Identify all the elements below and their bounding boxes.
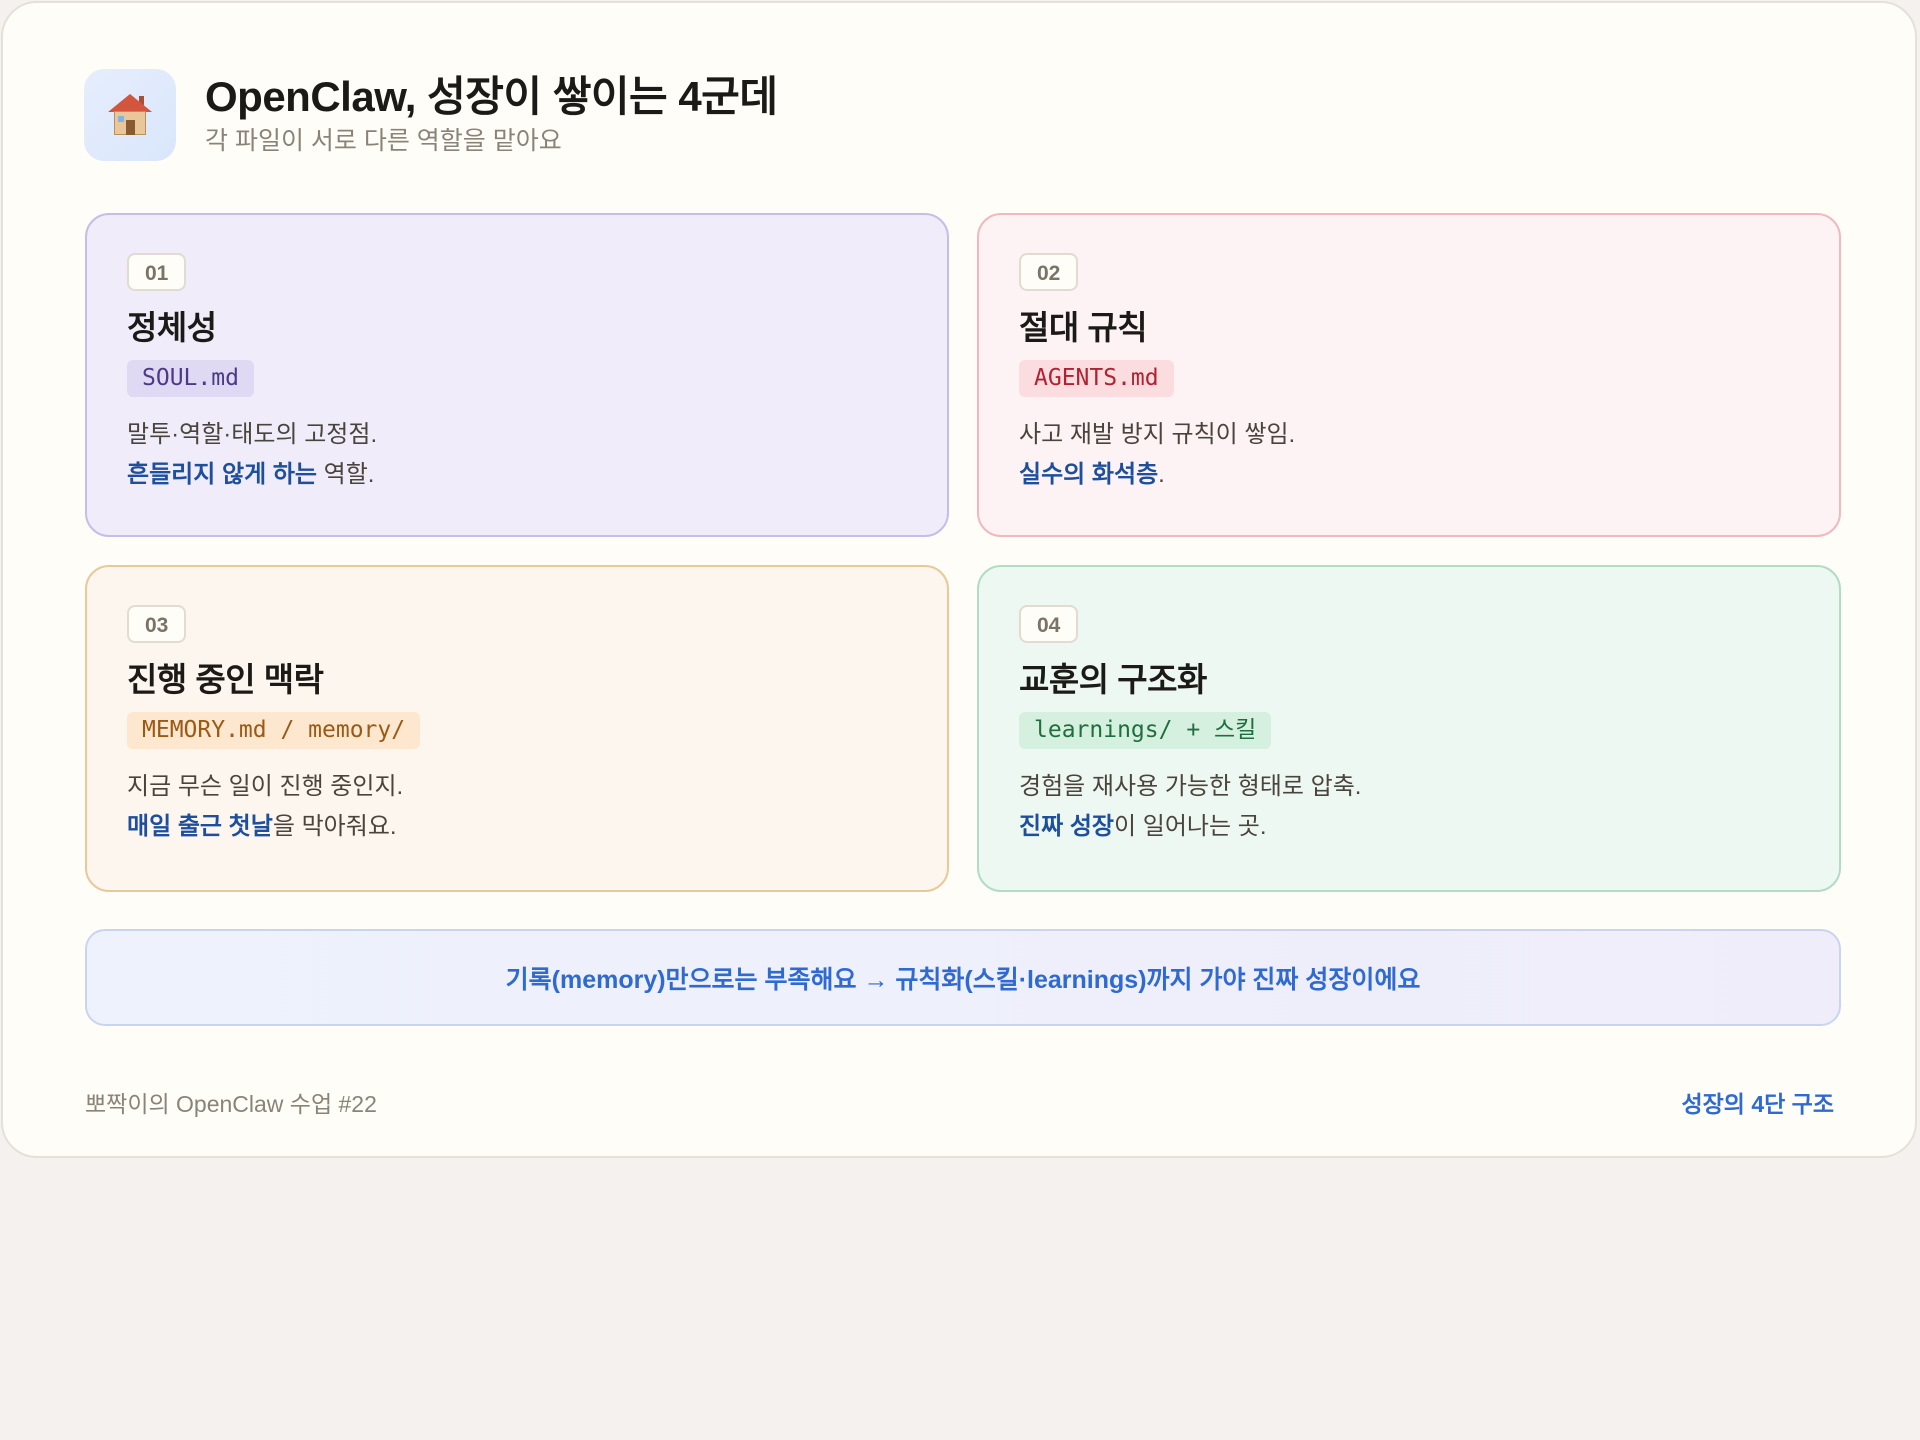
card-number-badge: 01: [127, 253, 187, 291]
description-text: 역할.: [316, 460, 375, 488]
description-line: 경험을 재사용 가능한 형태로 압축.: [1019, 772, 1362, 800]
description-text: 이 일어나는 곳.: [1114, 812, 1267, 840]
slide-page: OpenClaw, 성장이 쌓이는 4군데 각 파일이 서로 다른 역할을 맡아…: [1, 1, 1917, 1158]
description-line: 사고 재발 방지 규칙이 쌓임.: [1019, 420, 1296, 448]
card-number-badge: 03: [127, 605, 187, 643]
file-name-chip: MEMORY.md / memory/: [127, 711, 421, 749]
header-titles: OpenClaw, 성장이 쌓이는 4군데 각 파일이 서로 다른 역할을 맡아…: [205, 72, 778, 156]
description-line: 실수의 화석층.: [1019, 455, 1839, 495]
card-identity: 01 정체성 SOUL.md 말투·역할·태도의 고정점. 흔들리지 않게 하는…: [85, 213, 949, 537]
banner-text: 기록(memory)만으로는 부족해요 → 규칙화(스킬·learnings)까…: [505, 965, 1421, 994]
footer-series-label: 뽀짝이의 OpenClaw 수업 #22: [85, 1091, 377, 1117]
highlight-text: 진짜 성장: [1019, 812, 1114, 840]
card-number-badge: 02: [1019, 253, 1079, 291]
summary-banner: 기록(memory)만으로는 부족해요 → 규칙화(스킬·learnings)까…: [85, 929, 1841, 1026]
card-description: 경험을 재사용 가능한 형태로 압축. 진짜 성장이 일어나는 곳.: [1019, 767, 1839, 847]
card-absolute-rules: 02 절대 규칙 AGENTS.md 사고 재발 방지 규칙이 쌓임. 실수의 …: [977, 213, 1841, 537]
description-line: 지금 무슨 일이 진행 중인지.: [127, 772, 404, 800]
card-title: 정체성: [127, 309, 217, 346]
file-name-chip: learnings/ + 스킬: [1019, 711, 1272, 749]
card-lessons-structure: 04 교훈의 구조화 learnings/ + 스킬 경험을 재사용 가능한 형…: [977, 565, 1841, 892]
description-line: 진짜 성장이 일어나는 곳.: [1019, 807, 1839, 847]
card-title: 교훈의 구조화: [1019, 661, 1207, 698]
card-description: 지금 무슨 일이 진행 중인지. 매일 출근 첫날을 막아줘요.: [127, 767, 947, 847]
card-title: 절대 규칙: [1019, 309, 1148, 346]
footer-topic-label: 성장의 4단 구조: [1681, 1091, 1834, 1117]
file-name-chip: SOUL.md: [127, 359, 254, 397]
page-subtitle: 각 파일이 서로 다른 역할을 맡아요: [205, 127, 562, 156]
description-text: .: [1158, 460, 1165, 488]
description-line: 말투·역할·태도의 고정점.: [127, 420, 378, 448]
highlight-text: 흔들리지 않게 하는: [127, 460, 317, 488]
header: OpenClaw, 성장이 쌓이는 4군데 각 파일이 서로 다른 역할을 맡아…: [84, 68, 778, 162]
card-title: 진행 중인 맥락: [127, 661, 324, 698]
card-ongoing-context: 03 진행 중인 맥락 MEMORY.md / memory/ 지금 무슨 일이…: [85, 565, 949, 892]
description-line: 매일 출근 첫날을 막아줘요.: [127, 807, 947, 847]
card-number-badge: 04: [1019, 605, 1079, 643]
card-description: 말투·역할·태도의 고정점. 흔들리지 않게 하는 역할.: [127, 415, 947, 495]
card-description: 사고 재발 방지 규칙이 쌓임. 실수의 화석층.: [1019, 415, 1839, 495]
highlight-text: 실수의 화석층: [1019, 460, 1159, 488]
house-icon: [84, 69, 176, 161]
description-line: 흔들리지 않게 하는 역할.: [127, 455, 947, 495]
highlight-text: 매일 출근 첫날: [127, 812, 273, 840]
description-text: 을 막아줘요.: [272, 812, 397, 840]
page-title: OpenClaw, 성장이 쌓이는 4군데: [205, 72, 778, 120]
file-name-chip: AGENTS.md: [1019, 359, 1174, 397]
